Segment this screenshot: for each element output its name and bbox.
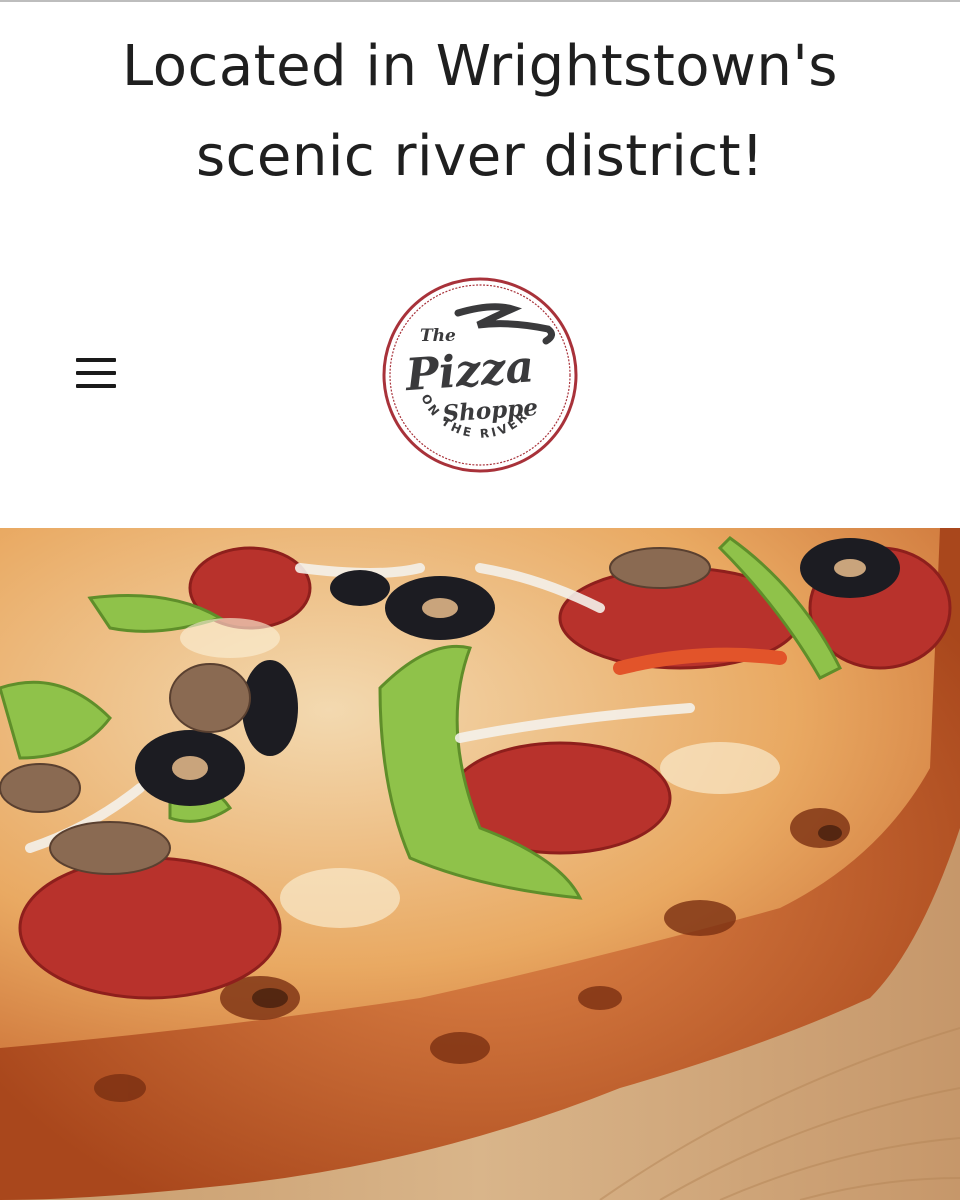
- hero-image: [0, 528, 960, 1200]
- logo-text-the: The: [420, 326, 456, 346]
- pizza-photo-icon: [0, 528, 960, 1200]
- top-divider: [0, 0, 960, 2]
- announcement-line-1: Located in Wrightstown's: [122, 34, 838, 99]
- announcement-line-2: scenic river district!: [195, 124, 765, 189]
- pizza-shoppe-logo-icon: The Pizza Shoppe ON THE RIVER: [382, 277, 578, 473]
- site-logo[interactable]: The Pizza Shoppe ON THE RIVER: [380, 275, 580, 475]
- announcement-banner: Located in Wrightstown's scenic river di…: [0, 22, 960, 202]
- logo-text-pizza: Pizza: [402, 341, 536, 401]
- site-header: The Pizza Shoppe ON THE RIVER: [0, 250, 960, 500]
- hamburger-menu-icon[interactable]: [76, 358, 116, 390]
